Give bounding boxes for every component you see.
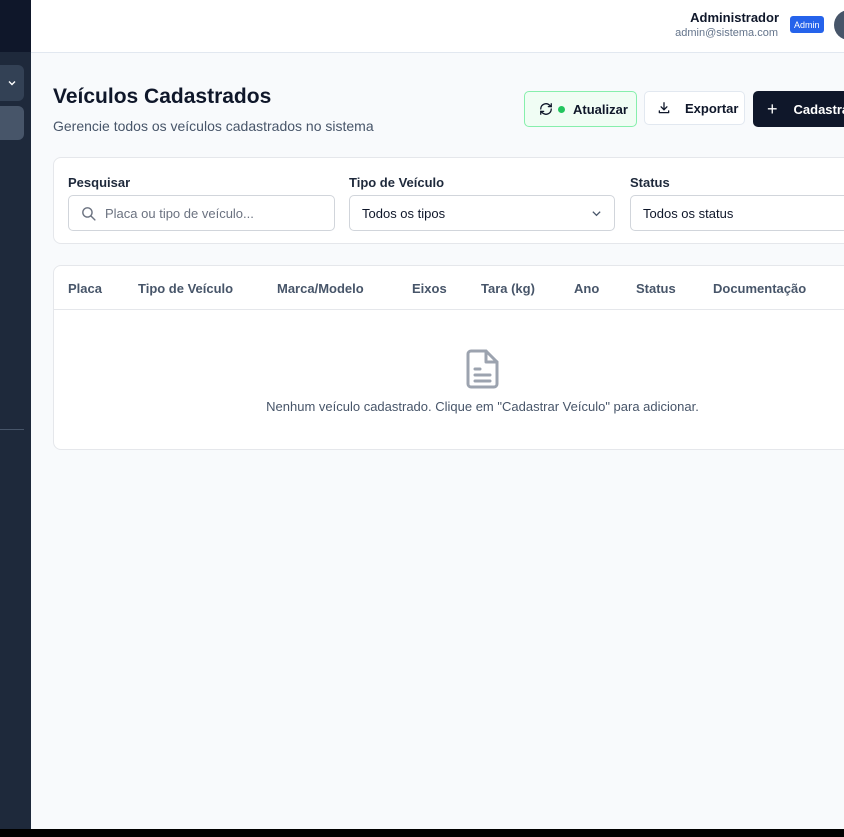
plus-icon: + [767, 99, 778, 119]
column-header-documentacao[interactable]: Documentação [713, 281, 806, 296]
sidebar-divider [0, 429, 24, 430]
document-icon [466, 349, 499, 389]
export-button-label: Exportar [685, 100, 739, 116]
search-label: Pesquisar [68, 175, 131, 190]
sidebar-item-expanded[interactable] [0, 65, 24, 101]
column-header-status[interactable]: Status [636, 281, 676, 296]
vehicles-table: Placa Tipo de Veículo Marca/Modelo Eixos… [53, 265, 844, 450]
vehicle-type-select[interactable]: Todos os tipos [349, 195, 615, 231]
status-select[interactable]: Todos os status [630, 195, 844, 231]
empty-state-message: Nenhum veículo cadastrado. Clique em "Ca… [266, 399, 699, 414]
column-header-tara[interactable]: Tara (kg) [481, 281, 535, 296]
vehicle-type-label: Tipo de Veículo [349, 175, 445, 190]
status-label: Status [630, 175, 670, 190]
page-title: Veículos Cadastrados [53, 85, 272, 108]
bottom-edge [0, 829, 844, 837]
user-name: Administrador [690, 10, 779, 25]
add-vehicle-button-label: Cadastra [793, 101, 844, 117]
export-button[interactable]: Exportar [644, 91, 745, 125]
column-header-marca-modelo[interactable]: Marca/Modelo [277, 281, 364, 296]
column-header-placa[interactable]: Placa [68, 281, 102, 296]
add-vehicle-button[interactable]: + Cadastra [753, 91, 844, 127]
search-input[interactable]: Placa ou tipo de veículo... [68, 195, 335, 231]
sidebar [0, 0, 31, 829]
sidebar-header [0, 0, 31, 52]
live-status-dot [558, 105, 565, 113]
chevron-down-icon [592, 211, 601, 217]
status-value: Todos os status [643, 205, 734, 221]
refresh-button[interactable]: Atualizar [524, 91, 637, 127]
user-email: admin@sistema.com [675, 27, 778, 39]
page-subtitle: Gerencie todos os veículos cadastrados n… [53, 118, 374, 134]
column-header-eixos[interactable]: Eixos [412, 281, 447, 296]
filters-card: Pesquisar Placa ou tipo de veículo... Ti… [53, 157, 844, 244]
search-placeholder: Placa ou tipo de veículo... [105, 205, 254, 221]
chevron-down-icon [8, 81, 16, 86]
refresh-icon [540, 103, 552, 115]
role-badge: Admin [790, 16, 824, 33]
column-header-ano[interactable]: Ano [574, 281, 599, 296]
column-header-tipo[interactable]: Tipo de Veículo [138, 281, 233, 296]
sidebar-item-active[interactable] [0, 106, 24, 140]
search-icon [82, 207, 96, 221]
download-icon [658, 102, 670, 114]
table-header: Placa Tipo de Veículo Marca/Modelo Eixos… [54, 266, 844, 310]
refresh-button-label: Atualizar [573, 101, 628, 117]
vehicle-type-value: Todos os tipos [362, 205, 446, 221]
